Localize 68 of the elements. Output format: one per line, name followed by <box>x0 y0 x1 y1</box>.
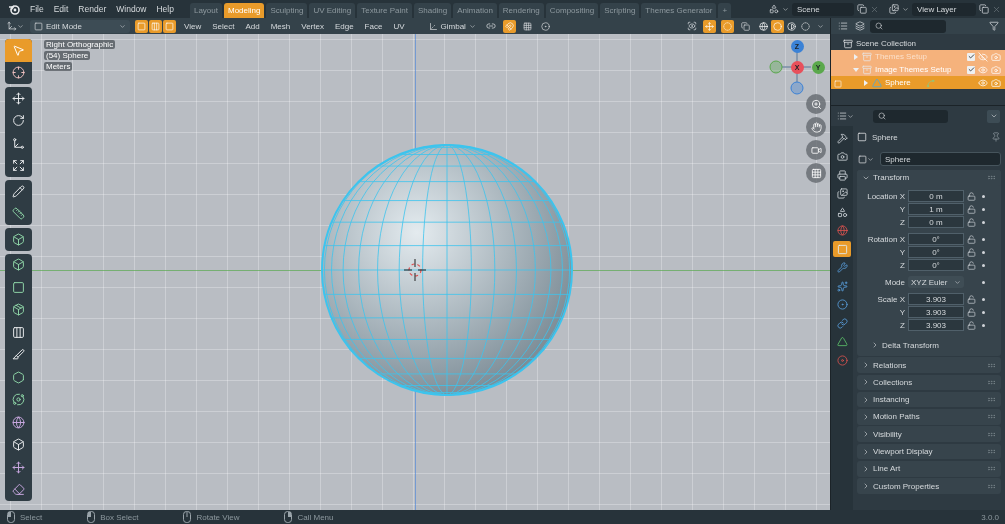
scene-field[interactable]: Scene <box>792 2 854 16</box>
number-field[interactable]: 3.903 <box>908 319 964 331</box>
panel-header[interactable]: Custom Properties <box>857 478 1001 494</box>
status-hint: Call Menu <box>297 512 334 522</box>
number-field[interactable]: 0° <box>908 233 964 245</box>
menu-item[interactable]: UV <box>390 18 408 34</box>
workspace-tab[interactable]: Sculpting <box>266 3 308 18</box>
workspace-tab[interactable]: Scripting <box>600 3 640 18</box>
panel-header[interactable]: Relations <box>857 357 1001 373</box>
orientation-dropdown[interactable]: Gimbal <box>424 19 480 33</box>
number-field[interactable]: 0 m <box>908 190 964 202</box>
menu-item[interactable]: Help <box>152 0 178 18</box>
field-label: Y <box>898 247 905 257</box>
number-field[interactable]: 3.903 <box>908 293 964 305</box>
object-name: Sphere <box>872 132 898 142</box>
status-hint: Select <box>20 512 43 522</box>
viewport-info-text: Meters <box>44 62 73 71</box>
number-field[interactable]: 0 m <box>908 216 964 228</box>
number-field[interactable]: 1 m <box>908 203 964 215</box>
workspace-tab[interactable]: Compositing <box>545 3 599 18</box>
field-label: Z <box>899 260 905 270</box>
panel-header[interactable]: Line Art <box>857 461 1001 477</box>
number-field[interactable]: 3.903 <box>908 306 964 318</box>
status-hint: Box Select <box>100 512 139 522</box>
add-workspace-tab[interactable]: + <box>718 3 732 18</box>
panel-header[interactable]: Visibility <box>857 426 1001 442</box>
field-label: Z <box>899 320 905 330</box>
field-label: Y <box>898 204 905 214</box>
menu-item[interactable]: Select <box>209 18 238 34</box>
panel-header[interactable]: Collections <box>857 374 1001 391</box>
menu-item[interactable]: Add <box>242 18 263 34</box>
workspace-tab[interactable]: UV Editing <box>309 3 356 18</box>
workspace-tab[interactable]: Shading <box>413 3 452 18</box>
menu-item[interactable]: View <box>181 18 205 34</box>
number-field[interactable]: 0° <box>908 259 964 271</box>
workspace-tab[interactable]: Rendering <box>498 3 544 18</box>
workspace-tab[interactable]: Texture Paint <box>357 3 412 18</box>
mode-dropdown[interactable]: XYZ Euler <box>908 276 964 288</box>
panel-header[interactable]: Motion Paths <box>857 409 1001 425</box>
field-label: Y <box>898 307 905 317</box>
workspace-tab[interactable]: Layout <box>189 3 222 18</box>
number-field[interactable]: 0° <box>908 246 964 258</box>
name-field[interactable]: Sphere <box>880 152 1001 166</box>
menu-item[interactable]: Vertex <box>298 18 327 34</box>
workspace-tab[interactable]: Animation <box>453 3 497 18</box>
field-label: Z <box>899 217 905 227</box>
menu-item[interactable]: Mesh <box>267 18 294 34</box>
panel-header[interactable]: Instancing <box>857 391 1001 408</box>
outliner-row[interactable]: Scene Collection <box>831 37 1005 50</box>
field-label: Rotation X <box>866 234 905 244</box>
workspace-tab[interactable]: Themes Generator <box>641 3 717 18</box>
field-label: Location X <box>866 191 905 201</box>
status-hint: Rotate View <box>196 512 240 522</box>
field-label: Mode <box>884 277 905 287</box>
panel-header[interactable]: Viewport Display <box>857 443 1001 460</box>
viewport-info-text: Right Orthographic <box>44 40 116 49</box>
version-text: 3.0.0 <box>981 512 999 522</box>
subpanel-header[interactable]: Delta Transform <box>857 337 1001 353</box>
menu-item[interactable]: File <box>26 0 48 18</box>
menu-item[interactable]: Window <box>112 0 151 18</box>
menu-item[interactable]: Render <box>74 0 111 18</box>
viewport-info-text: (54) Sphere <box>44 51 91 60</box>
menu-item[interactable]: Face <box>361 18 386 34</box>
mode-dropdown[interactable]: Edit Mode <box>30 19 130 33</box>
menu-item[interactable]: Edit <box>49 0 73 18</box>
field-label: Scale X <box>876 294 905 304</box>
menu-item[interactable]: Edge <box>331 18 357 34</box>
view-layer-field[interactable]: View Layer <box>912 2 976 16</box>
